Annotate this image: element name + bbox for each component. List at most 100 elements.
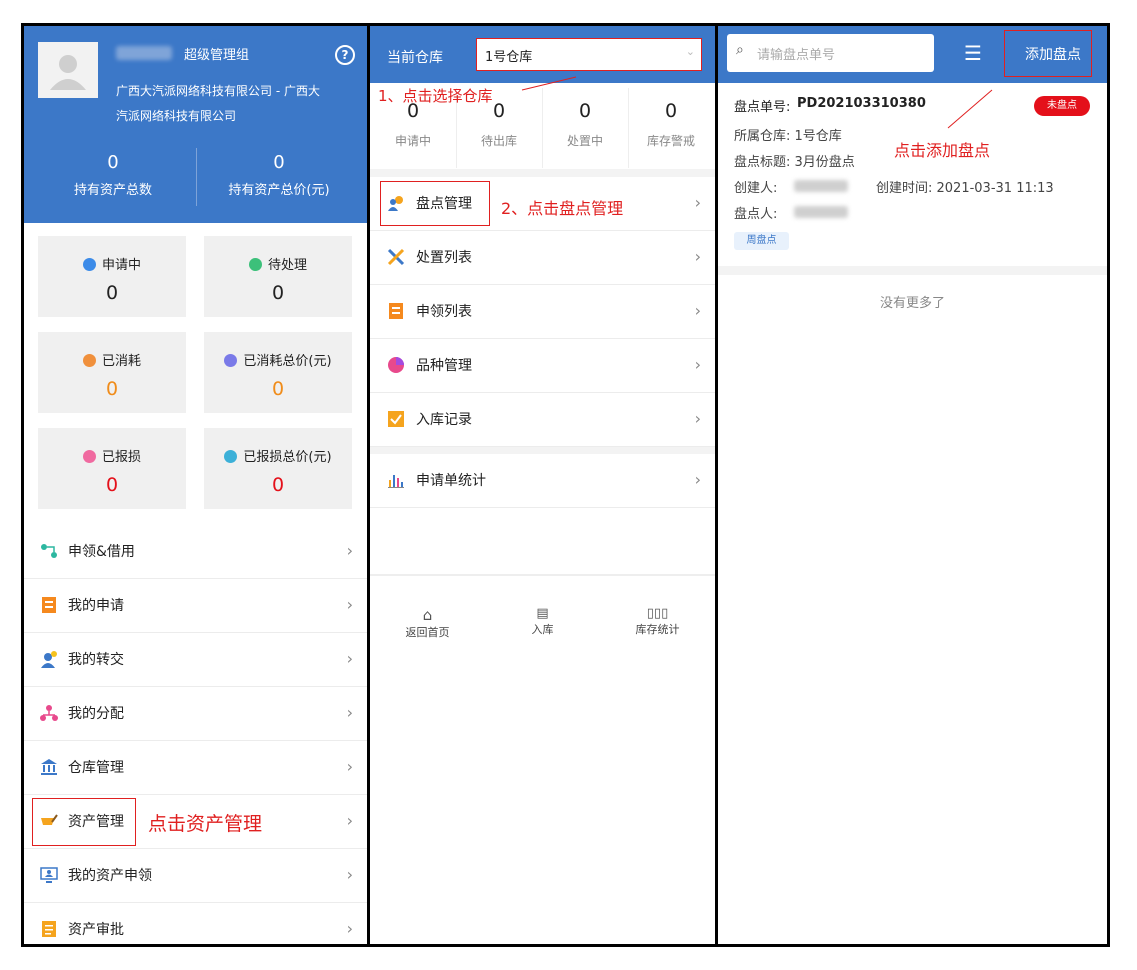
card-value: 0 xyxy=(105,378,119,400)
help-icon[interactable]: ? xyxy=(335,45,355,65)
card-applying[interactable]: 申请中 0 xyxy=(38,236,186,317)
document-icon xyxy=(389,303,403,319)
separator xyxy=(370,169,715,177)
record-checker-label: 盘点人: xyxy=(734,207,778,222)
chevron-right-icon: › xyxy=(694,470,701,489)
chevron-right-icon: › xyxy=(694,409,701,428)
annotation-box xyxy=(380,181,490,226)
stats-icon: ▯▯▯ xyxy=(646,606,669,621)
transfer-icon xyxy=(41,651,57,668)
document-icon xyxy=(42,597,56,613)
user-name-blurred xyxy=(116,46,172,60)
annotation-arrow xyxy=(521,76,577,91)
menu-category-management[interactable]: 品种管理 › xyxy=(370,339,715,393)
record-warehouse: 所属仓库: 1号仓库 xyxy=(734,129,842,144)
stat-divider xyxy=(196,148,197,206)
pending-icon xyxy=(248,258,262,271)
card-pending[interactable]: 待处理 0 xyxy=(204,236,352,317)
annotation-inventory-management: 2、点击盘点管理 xyxy=(501,199,624,218)
creator-name-blurred xyxy=(794,180,848,192)
chevron-right-icon: › xyxy=(346,595,353,614)
asset-count-label: 持有资产总数 xyxy=(73,183,152,198)
card-value: 0 xyxy=(271,378,285,400)
home-icon: ⌂ xyxy=(422,606,433,624)
chevron-right-icon: › xyxy=(346,919,353,938)
tab-inbound[interactable]: ▤ 入库 xyxy=(485,606,600,637)
annotation-add-inventory: 点击添加盘点 xyxy=(894,141,991,160)
menu-my-transfers[interactable]: 我的转交 › xyxy=(24,633,367,687)
menu-requisition-list[interactable]: 申领列表 › xyxy=(370,285,715,339)
home-panel: 超级管理组 ? 广西大汽派网络科技有限公司 - 广西大 汽派网络科技有限公司 0… xyxy=(24,26,367,944)
menu-asset-approval[interactable]: 资产审批 › xyxy=(24,903,367,944)
menu-inbound-records[interactable]: 入库记录 › xyxy=(370,393,715,447)
card-damaged-value[interactable]: 已报损总价(元) 0 xyxy=(204,428,352,509)
damaged-icon xyxy=(82,450,96,463)
search-placeholder: 请输盘点单号 xyxy=(757,48,836,63)
separator xyxy=(718,266,1107,275)
chevron-right-icon: › xyxy=(694,193,701,212)
record-number-label: 盘点单号: xyxy=(734,100,791,115)
role-label: 超级管理组 xyxy=(184,48,250,63)
separator xyxy=(370,447,715,454)
list-menu-icon[interactable]: ☰ xyxy=(964,41,982,65)
menu-borrow[interactable]: 申领&借用 › xyxy=(24,525,367,579)
warehouse-panel: 当前仓库 1号仓库 ⌄ 0 申请中 0 待出库 0 处置中 0 库存警戒 1、点… xyxy=(370,26,715,944)
menu-warehouse-management[interactable]: 仓库管理 › xyxy=(24,741,367,795)
tab-home[interactable]: ⌂ 返回首页 xyxy=(370,606,485,640)
tab-stock-stats[interactable]: ▯▯▯ 库存统计 xyxy=(600,606,715,637)
card-value: 0 xyxy=(105,282,119,304)
warehouse-select-value: 1号仓库 xyxy=(485,50,533,65)
profile-header: 超级管理组 ? 广西大汽派网络科技有限公司 - 广西大 汽派网络科技有限公司 0… xyxy=(24,26,367,223)
card-consumed-value[interactable]: 已消耗总价(元) 0 xyxy=(204,332,352,413)
record-title: 盘点标题: 3月份盘点 xyxy=(734,155,855,170)
card-damaged[interactable]: 已报损 0 xyxy=(38,428,186,509)
pie-icon xyxy=(388,357,404,373)
chevron-right-icon: › xyxy=(694,355,701,374)
menu-disposal-list[interactable]: 处置列表 › xyxy=(370,231,715,285)
add-inventory-button[interactable]: 添加盘点 xyxy=(1004,30,1092,77)
asset-count: 0 xyxy=(107,152,119,173)
annotation-asset-management: 点击资产管理 xyxy=(148,813,263,835)
cycle-tag: 周盘点 xyxy=(734,232,789,250)
annotation-box xyxy=(32,798,136,846)
damaged-value-icon xyxy=(224,450,238,463)
checkbox-icon xyxy=(388,411,404,427)
menu-my-applications[interactable]: 我的申请 › xyxy=(24,579,367,633)
count-outbound-label: 待出库 xyxy=(480,134,517,148)
card-value: 0 xyxy=(271,282,285,304)
chevron-right-icon: › xyxy=(346,649,353,668)
user-silhouette-icon xyxy=(50,55,86,90)
chevron-right-icon: › xyxy=(346,703,353,722)
asset-value-label: 持有资产总价(元) xyxy=(228,183,330,198)
menu-my-asset-requests[interactable]: 我的资产申领 › xyxy=(24,849,367,903)
menu-my-allocations[interactable]: 我的分配 › xyxy=(24,687,367,741)
record-creator-label: 创建人: xyxy=(734,181,778,196)
status-badge: 未盘点 xyxy=(1034,96,1090,116)
annotation-select-warehouse: 1、点击选择仓库 xyxy=(378,87,493,105)
record-number: PD202103310380 xyxy=(797,96,926,111)
avatar[interactable] xyxy=(38,42,98,98)
no-more-text: 没有更多了 xyxy=(879,296,945,311)
bar-chart-icon xyxy=(388,475,404,488)
menu-application-stats[interactable]: 申请单统计 › xyxy=(370,454,715,508)
company-line-2: 汽派网络科技有限公司 xyxy=(116,109,237,123)
inventory-header: ⌕ 请输盘点单号 ☰ 添加盘点 xyxy=(718,26,1107,83)
search-input[interactable]: ⌕ 请输盘点单号 xyxy=(727,34,934,72)
count-disposing: 0 xyxy=(578,100,592,122)
company-line-1: 广西大汽派网络科技有限公司 - 广西大 xyxy=(116,84,320,98)
warehouse-label: 当前仓库 xyxy=(387,50,443,66)
search-icon: ⌕ xyxy=(736,42,744,58)
inbound-icon: ▤ xyxy=(536,606,549,621)
consumed-value-icon xyxy=(224,354,238,367)
asset-value: 0 xyxy=(273,152,285,173)
chevron-right-icon: › xyxy=(346,541,353,560)
annotation-arrow xyxy=(947,89,993,129)
count-stock-alert-label: 库存警戒 xyxy=(646,134,695,148)
monitor-user-icon xyxy=(40,867,58,883)
approval-doc-icon xyxy=(42,921,56,937)
borrow-icon xyxy=(41,544,57,558)
checker-name-blurred xyxy=(794,206,848,218)
chevron-down-icon: ⌄ xyxy=(685,45,695,58)
warehouse-select[interactable]: 1号仓库 ⌄ xyxy=(476,38,702,71)
card-consumed[interactable]: 已消耗 0 xyxy=(38,332,186,413)
